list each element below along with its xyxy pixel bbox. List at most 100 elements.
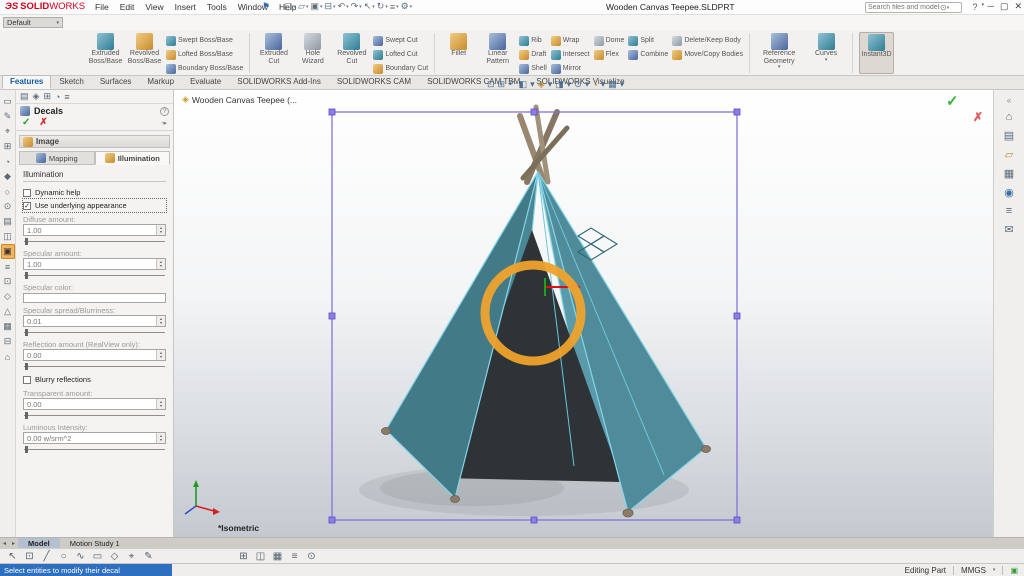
configuration-combo[interactable]: Default ▾ (3, 17, 63, 28)
extruded-cut-button[interactable]: Extruded Cut (256, 32, 291, 65)
revolved-boss-base-button[interactable]: Revolved Boss/Base (127, 32, 162, 65)
file-explorer-icon[interactable]: ▱ (1005, 148, 1013, 161)
minimize-button[interactable]: ─ (988, 1, 994, 12)
dropdown-caret-icon[interactable]: ▾ (778, 65, 781, 71)
pin-menu-icon[interactable]: ⚑ (262, 1, 270, 12)
circle-tool-icon[interactable]: ○ (1, 184, 15, 199)
scene-icon[interactable]: ▦ (608, 79, 617, 90)
slider-thumb[interactable] (25, 412, 28, 419)
custom-properties-icon[interactable]: ≡ (1006, 205, 1012, 217)
viewport-3d-scene[interactable] (174, 90, 993, 537)
slider-thumb[interactable] (25, 329, 28, 336)
field-input[interactable]: 0.01▴▾ (23, 315, 166, 327)
field-input[interactable]: 0.00 w/srm^2▴▾ (23, 432, 166, 444)
tag-status-icon[interactable]: ▣ (1010, 566, 1018, 575)
shell-button[interactable]: Shell (519, 62, 547, 75)
caret[interactable]: ▾ (530, 79, 535, 90)
polygon-icon[interactable]: ◇ (106, 551, 123, 562)
tab-sketch[interactable]: Sketch (51, 75, 91, 89)
tab-features[interactable]: Features (2, 75, 51, 89)
field-slider[interactable] (24, 362, 165, 371)
menu-edit[interactable]: Edit (120, 2, 135, 12)
file-properties-icon[interactable]: ≡▾ (390, 2, 399, 12)
tree-tool-icon[interactable]: ▤ (1, 214, 15, 229)
split-view-icon[interactable]: ◫ (252, 551, 269, 562)
spinner-icon[interactable]: ▴▾ (156, 399, 165, 409)
spinner-icon[interactable]: ▴▾ (156, 225, 165, 235)
minus-tool-icon[interactable]: ⊟ (1, 334, 15, 349)
zoom-fit-icon[interactable]: ⊡ (487, 79, 495, 90)
dropdown-caret-icon[interactable]: ▾ (825, 58, 828, 64)
keep-visible-pin-icon[interactable]: -▸ (161, 119, 167, 127)
undo-icon[interactable]: ↶▾ (338, 1, 349, 12)
dropdown-caret-icon[interactable]: ▾ (359, 4, 362, 10)
slider-thumb[interactable] (25, 272, 28, 279)
slider-thumb[interactable] (25, 446, 28, 453)
slider-thumb[interactable] (25, 238, 28, 245)
use-underlying-appearance-checkbox[interactable]: Use underlying appearance (23, 199, 166, 212)
tab-evaluate[interactable]: Evaluate (182, 75, 229, 89)
sketch-icon[interactable]: ⊡ (21, 551, 38, 562)
tab-solidworks-add-ins[interactable]: SOLIDWORKS Add-Ins (229, 75, 329, 89)
menu-file[interactable]: File (95, 2, 109, 12)
help-icon[interactable]: ? (160, 107, 169, 116)
tab-solidworks-cam[interactable]: SOLIDWORKS CAM (329, 75, 419, 89)
caret[interactable]: ▾ (601, 79, 606, 90)
boundary-boss-base-button[interactable]: Boundary Boss/Base (166, 62, 243, 75)
spinner-icon[interactable]: ▴▾ (156, 316, 165, 326)
slider-thumb[interactable] (25, 363, 28, 370)
rectangle-icon[interactable]: ▭ (89, 551, 106, 562)
zoom-area-icon[interactable]: ⊞ (498, 79, 506, 90)
move-copy-bodies-button[interactable]: Move/Copy Bodies (672, 48, 743, 61)
fillet-tool-icon[interactable]: ◆ (1, 169, 15, 184)
display-pane-icon[interactable]: ≡ (64, 92, 69, 102)
save-icon[interactable]: ▣▾ (310, 1, 322, 12)
split-button[interactable]: Split (628, 34, 668, 47)
search-caret-icon[interactable]: ▾ (947, 5, 950, 11)
view-orientation-icon[interactable]: ◈ (538, 79, 545, 90)
dropdown-caret-icon[interactable]: ▾ (320, 4, 323, 10)
ok-button[interactable]: ✓ (22, 117, 30, 128)
mirror-button[interactable]: Mirror (551, 62, 590, 75)
view-palette-icon[interactable]: ▦ (1004, 167, 1014, 180)
sketch-tool-icon[interactable]: ✎ (1, 109, 15, 124)
teepee-model[interactable] (386, 172, 706, 512)
caret[interactable]: ▾ (567, 79, 572, 90)
curves-button[interactable]: Curves▾ (806, 32, 846, 63)
section-tool-icon[interactable]: ◫ (1, 229, 15, 244)
feature-tree-icon[interactable]: ▤ (20, 91, 29, 102)
collapse-chevrons-icon[interactable]: « (1007, 96, 1011, 105)
previous-view-icon[interactable]: ↶ (508, 79, 516, 90)
spinner-icon[interactable]: ▴▾ (156, 433, 165, 443)
rib-button[interactable]: Rib (519, 34, 547, 47)
confirm-cancel-button[interactable]: ✗ (973, 110, 983, 124)
decal-diamond-pattern[interactable] (578, 228, 617, 260)
hole-wizard-button[interactable]: Hole Wizard (295, 32, 330, 65)
tab-surfaces[interactable]: Surfaces (92, 75, 140, 89)
box-tool-icon[interactable]: ⊡ (1, 274, 15, 289)
swept-cut-button[interactable]: Swept Cut (373, 34, 428, 47)
dropdown-caret-icon[interactable]: ▾ (410, 4, 413, 10)
dropdown-caret-icon[interactable]: ▾ (333, 4, 336, 10)
help-caret-icon[interactable]: ▾ (981, 2, 984, 12)
tab-illumination[interactable]: Illumination (95, 151, 171, 165)
dome-button[interactable]: Dome (594, 34, 625, 47)
triangle-tool-icon[interactable]: △ (1, 304, 15, 319)
lofted-boss-base-button[interactable]: Lofted Boss/Base (166, 48, 243, 61)
dropdown-caret-icon[interactable]: ▾ (372, 4, 375, 10)
appearances-icon[interactable]: ◉ (1004, 186, 1014, 199)
search-icon[interactable]: ⊙ (940, 3, 947, 12)
dynamic-help-checkbox[interactable]: Dynamic help (23, 186, 166, 199)
boundary-cut-button[interactable]: Boundary Cut (373, 62, 428, 75)
combo-caret-icon[interactable]: ▾ (56, 20, 59, 26)
field-slider[interactable] (24, 411, 165, 420)
lofted-cut-button[interactable]: Lofted Cut (373, 48, 428, 61)
options-icon[interactable]: ⚙▾ (401, 1, 413, 12)
cancel-button[interactable]: ✗ (39, 117, 47, 128)
menu-view[interactable]: View (145, 2, 163, 12)
pencil-icon[interactable]: ✎ (140, 551, 157, 562)
scene-icon[interactable]: ▦ (269, 551, 286, 562)
grid-tool-icon[interactable]: ▦ (1, 319, 15, 334)
checkbox-box[interactable] (23, 376, 31, 384)
design-library-icon[interactable]: ▤ (1004, 129, 1014, 142)
